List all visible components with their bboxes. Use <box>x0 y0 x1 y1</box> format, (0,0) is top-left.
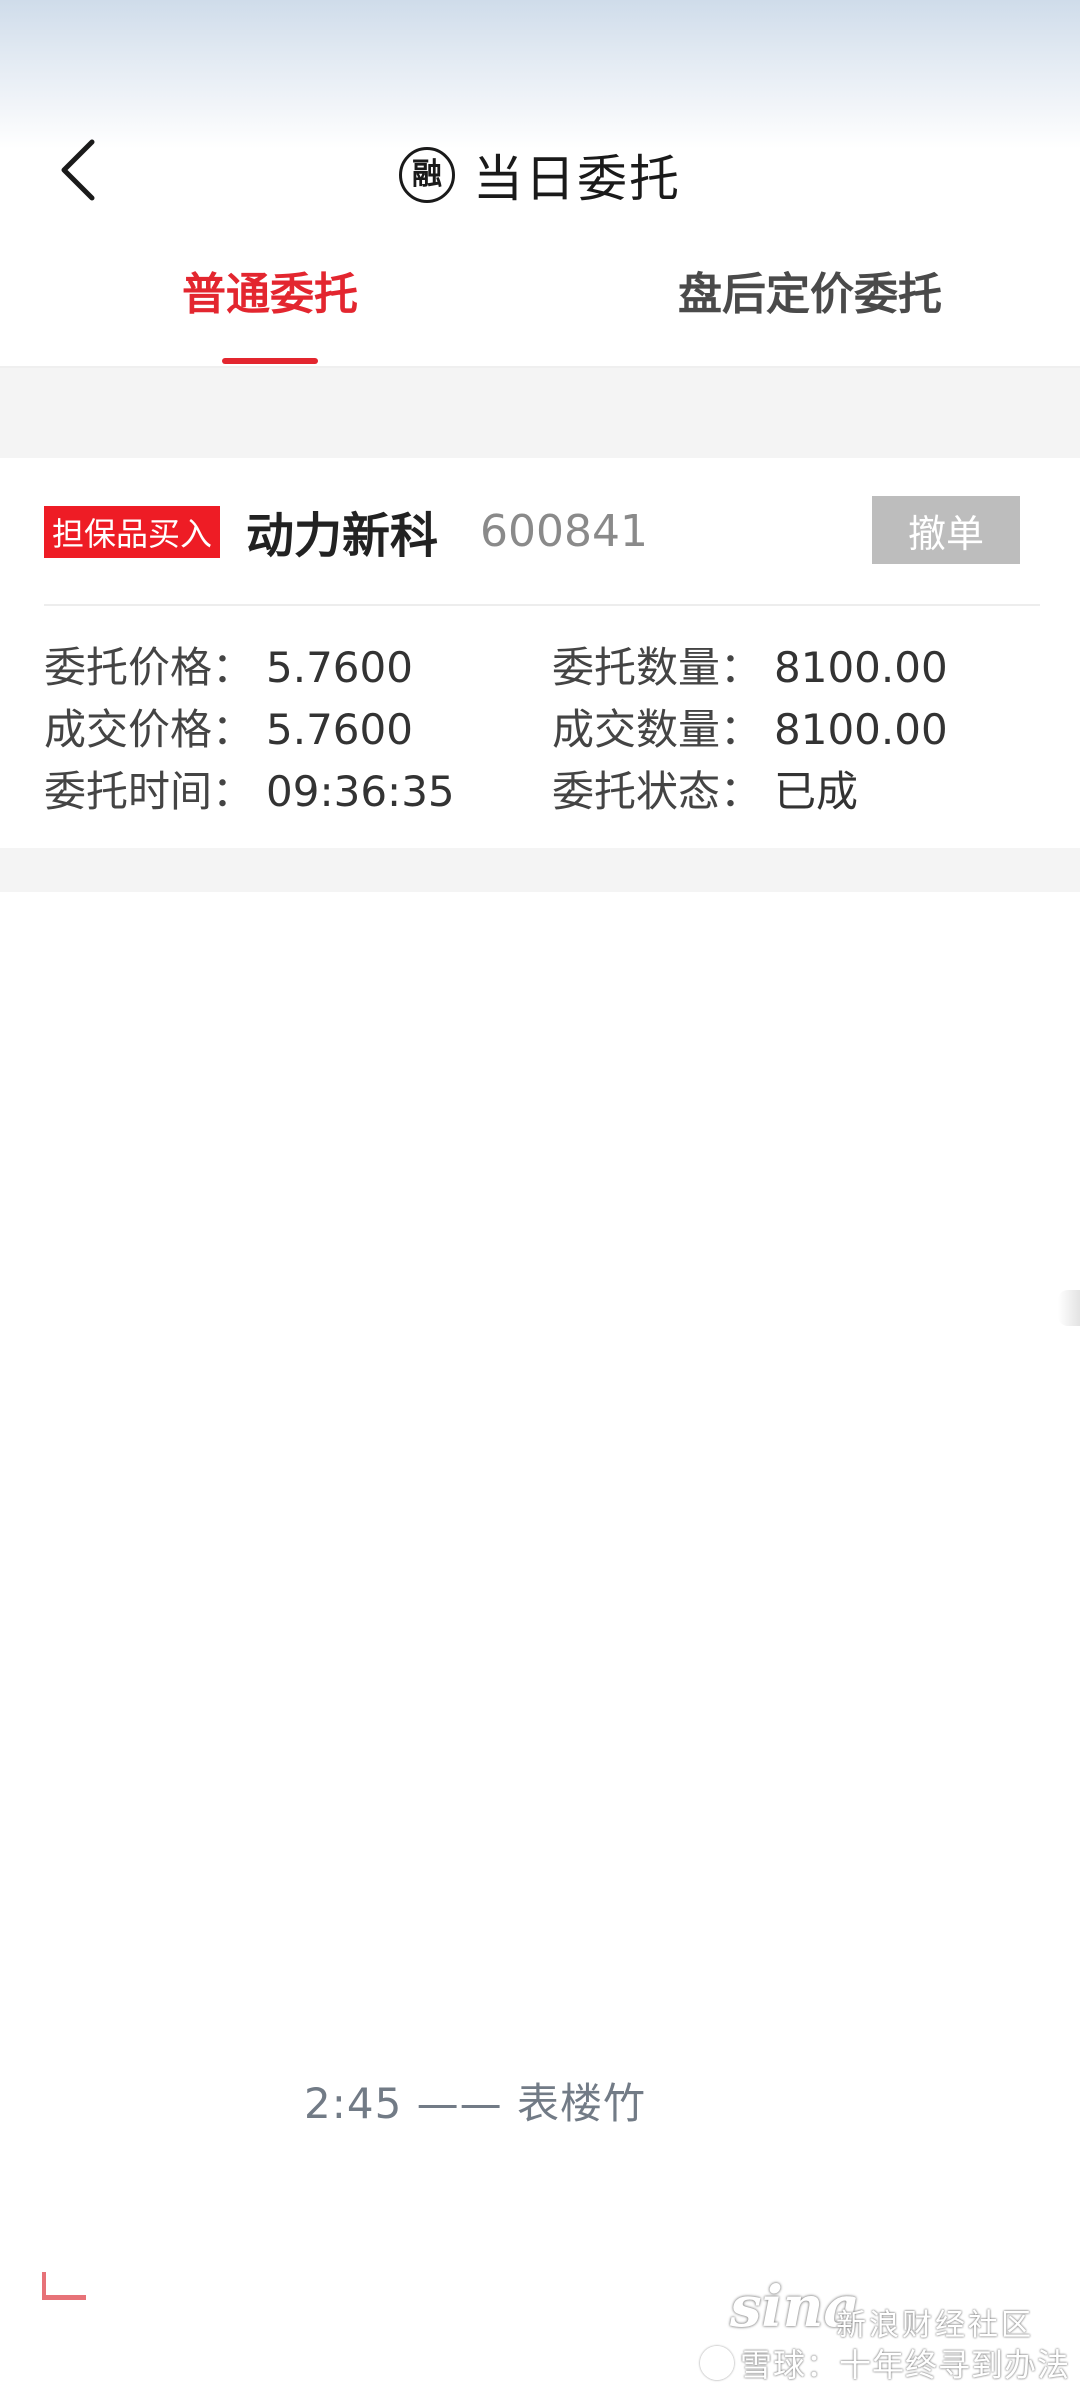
deal-price-value: 5.7600 <box>266 705 413 754</box>
order-status-field: 委托状态： 已成 <box>552 758 858 819</box>
order-status-label: 委托状态： <box>552 767 763 816</box>
order-price-label: 委托价格： <box>44 643 255 692</box>
order-time-value: 09:36:35 <box>266 767 455 816</box>
margin-account-icon: 融 <box>399 147 455 203</box>
deal-qty-field: 成交数量： 8100.00 <box>552 696 948 757</box>
xueqiu-watermark: 雪球：十年终寻到办法 <box>700 2340 1070 2386</box>
order-time-field: 委托时间： 09:36:35 <box>44 758 455 819</box>
section-spacer <box>0 368 1080 458</box>
sina-watermark-text: 新浪财经社区 <box>836 2308 1034 2343</box>
red-mark-icon <box>42 2272 86 2300</box>
cancel-order-button[interactable]: 撤单 <box>872 496 1020 564</box>
overlay-caption: 2:45 —— 表楼竹 <box>304 2079 647 2128</box>
tab-bar: 普通委托 盘后定价委托 <box>0 258 1080 368</box>
order-price-value: 5.7600 <box>266 643 413 692</box>
xueqiu-icon <box>700 2346 734 2380</box>
order-qty-value: 8100.00 <box>774 643 948 692</box>
order-type-badge: 担保品买入 <box>44 506 221 558</box>
deal-price-field: 成交价格： 5.7600 <box>44 696 413 757</box>
page-title: 当日委托 <box>473 150 681 208</box>
stock-name: 动力新科 <box>246 508 439 564</box>
tab-normal-order[interactable]: 普通委托 <box>150 258 390 368</box>
order-price-field: 委托价格： 5.7600 <box>44 634 413 695</box>
xueqiu-watermark-text: 雪球：十年终寻到办法 <box>740 2346 1071 2384</box>
deal-qty-value: 8100.00 <box>774 705 948 754</box>
order-time-label: 委托时间： <box>44 767 255 816</box>
order-qty-label: 委托数量： <box>552 643 763 692</box>
page: 融 当日委托 普通委托 盘后定价委托 担保品买入 动力新科 600841 撤单 … <box>0 0 1080 2392</box>
order-qty-field: 委托数量： 8100.00 <box>552 634 948 695</box>
order-status-value: 已成 <box>774 767 859 816</box>
deal-price-label: 成交价格： <box>44 705 255 754</box>
card-divider <box>44 604 1040 606</box>
deal-qty-label: 成交数量： <box>552 705 763 754</box>
title-group: 融 当日委托 <box>0 140 1080 210</box>
active-tab-indicator <box>222 358 318 364</box>
stock-code: 600841 <box>480 506 648 557</box>
tab-after-hours-order[interactable]: 盘后定价委托 <box>640 258 980 368</box>
edge-handle <box>1058 1290 1080 1326</box>
section-spacer-bottom <box>0 848 1080 892</box>
header-bar: 融 当日委托 <box>0 0 1080 240</box>
